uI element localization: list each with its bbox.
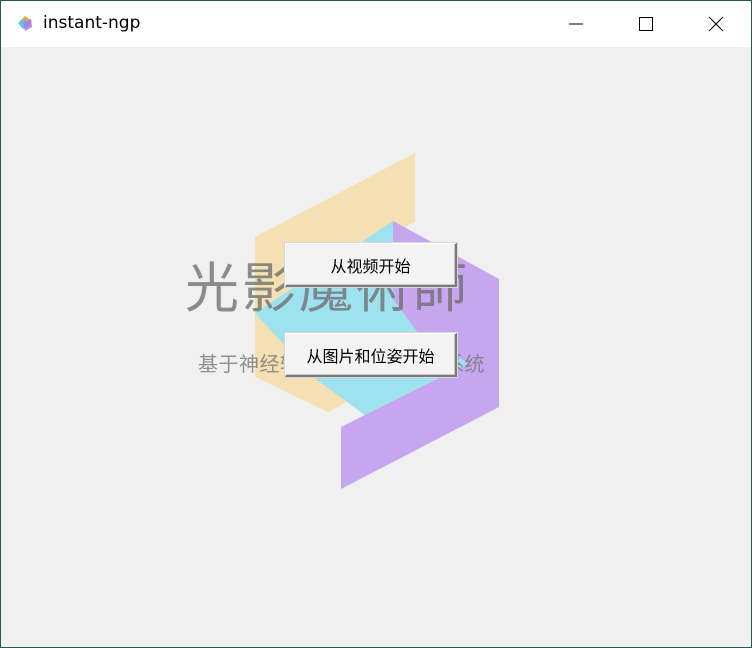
close-button[interactable] xyxy=(681,1,751,47)
instant-ngp-app-icon xyxy=(15,13,35,33)
start-from-images-poses-button[interactable]: 从图片和位姿开始 xyxy=(285,333,457,377)
maximize-icon xyxy=(639,17,653,31)
close-icon xyxy=(708,16,724,32)
maximize-button[interactable] xyxy=(611,1,681,47)
window-title: instant-ngp xyxy=(43,13,141,33)
title-bar[interactable]: instant-ngp xyxy=(1,1,751,47)
start-from-video-button[interactable]: 从视频开始 xyxy=(285,243,457,287)
minimize-button[interactable] xyxy=(541,1,611,47)
main-content: 光影魔術師 基于神经辐射场的三维重建系统 从视频开始 从图片和位姿开始 xyxy=(1,47,751,647)
app-window: instant-ngp 光影魔術師 基于神经辐射场的三维重建系统 从视频开始 xyxy=(0,0,752,648)
minimize-icon xyxy=(569,23,583,25)
